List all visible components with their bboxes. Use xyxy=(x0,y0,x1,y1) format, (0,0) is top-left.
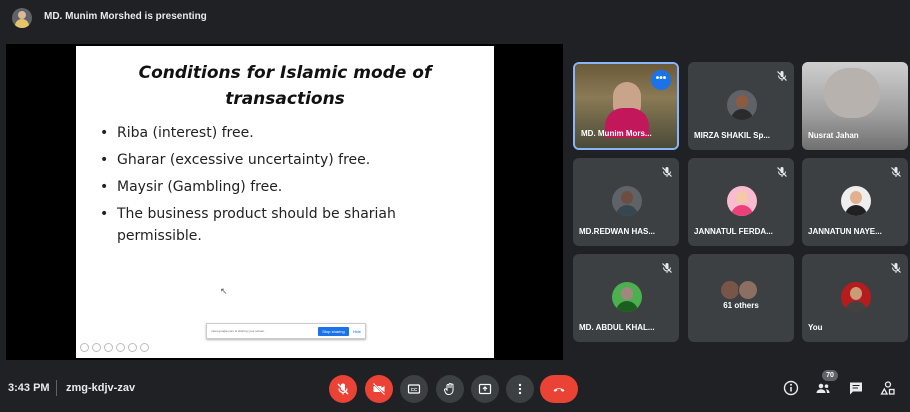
people-button[interactable] xyxy=(814,379,832,397)
mic-off-icon xyxy=(776,70,788,82)
end-call-icon xyxy=(552,382,566,396)
raise-hand-button[interactable] xyxy=(436,375,464,403)
divider xyxy=(56,380,57,396)
avatar xyxy=(727,186,757,216)
presenter-avatar xyxy=(12,8,32,28)
participant-name: JANNATUN NAYE... xyxy=(808,227,882,236)
mic-off-icon xyxy=(336,382,350,396)
slide-bullets: Riba (interest) free. Gharar (excessive … xyxy=(100,122,480,252)
others-tile[interactable]: 61 others xyxy=(688,254,794,342)
more-options-button[interactable]: ••• xyxy=(651,70,671,90)
participant-figure xyxy=(824,68,880,118)
captions-icon: CC xyxy=(407,382,421,396)
top-bar: MD. Munim Morshed is presenting xyxy=(0,0,910,34)
others-count: 61 others xyxy=(723,301,759,310)
more-vert-icon xyxy=(513,382,527,396)
mouse-cursor-icon: ↖ xyxy=(220,286,228,296)
slide-bullet: Maysir (Gambling) free. xyxy=(100,176,480,198)
participant-name: You xyxy=(808,323,823,332)
mic-off-icon xyxy=(661,262,673,274)
captions-button[interactable]: CC xyxy=(400,375,428,403)
participant-name: MD.REDWAN HAS... xyxy=(579,227,655,236)
avatar xyxy=(727,90,757,120)
others-avatar-group xyxy=(720,280,764,300)
avatar xyxy=(738,280,758,300)
camera-toggle-button[interactable] xyxy=(365,375,393,403)
avatar xyxy=(720,280,740,300)
chat-icon xyxy=(848,380,864,396)
avatar xyxy=(841,186,871,216)
participant-tile[interactable]: MD. ABDUL KHAL... xyxy=(573,254,679,342)
slide-title: Conditions for Islamic mode of transacti… xyxy=(138,63,432,109)
slide-tool-icon[interactable] xyxy=(128,343,137,352)
present-screen-icon xyxy=(478,382,492,396)
mic-off-icon xyxy=(776,166,788,178)
avatar xyxy=(841,282,871,312)
info-icon xyxy=(783,380,799,396)
activities-icon xyxy=(880,380,896,396)
screen-share-notice: meet.google.com is sharing your screen. … xyxy=(206,323,366,339)
share-notice-text: meet.google.com is sharing your screen. xyxy=(211,329,266,333)
slide-tool-icon[interactable] xyxy=(140,343,149,352)
avatar xyxy=(612,282,642,312)
participant-name: MD. Munim Mors... xyxy=(581,129,652,138)
slide-tool-icon[interactable] xyxy=(92,343,101,352)
more-options-button[interactable] xyxy=(506,375,534,403)
activities-button[interactable] xyxy=(879,379,897,397)
slide-bullet: Gharar (excessive uncertainty) free. xyxy=(100,149,480,171)
present-now-button[interactable] xyxy=(471,375,499,403)
participant-tile[interactable]: Nusrat Jahan xyxy=(802,62,908,150)
mic-off-icon xyxy=(661,166,673,178)
slide-bullet: Riba (interest) free. xyxy=(100,122,480,144)
slide-toolbar xyxy=(80,343,149,352)
leave-call-button[interactable] xyxy=(540,375,578,403)
shared-slide: Conditions for Islamic mode of transacti… xyxy=(76,46,494,358)
stop-sharing-button[interactable]: Stop sharing xyxy=(318,326,349,336)
participant-name: Nusrat Jahan xyxy=(808,131,859,140)
mic-off-icon xyxy=(890,166,902,178)
slide-tool-icon[interactable] xyxy=(104,343,113,352)
participant-name: MD. ABDUL KHAL... xyxy=(579,323,655,332)
people-count-badge: 70 xyxy=(822,370,838,381)
participant-tile[interactable]: MD.REDWAN HAS... xyxy=(573,158,679,246)
avatar xyxy=(612,186,642,216)
meeting-code: zmg-kdjv-zav xyxy=(66,382,136,394)
participant-tile[interactable]: JANNATUL FERDA... xyxy=(688,158,794,246)
slide-tool-icon[interactable] xyxy=(116,343,125,352)
participant-name: JANNATUL FERDA... xyxy=(694,227,773,236)
participant-name: MIRZA SHAKIL Sp... xyxy=(694,131,770,140)
participant-tile[interactable]: JANNATUN NAYE... xyxy=(802,158,908,246)
chat-button[interactable] xyxy=(847,379,865,397)
presenting-label: MD. Munim Morshed is presenting xyxy=(44,11,207,22)
self-tile[interactable]: You xyxy=(802,254,908,342)
hide-link[interactable]: Hide xyxy=(353,329,361,334)
participant-tile[interactable]: MIRZA SHAKIL Sp... xyxy=(688,62,794,150)
clock-time: 3:43 PM xyxy=(8,382,50,394)
raise-hand-icon xyxy=(443,382,457,396)
meeting-details-button[interactable] xyxy=(782,379,800,397)
people-icon xyxy=(815,380,831,396)
camera-off-icon xyxy=(372,382,386,396)
slide-tool-icon[interactable] xyxy=(80,343,89,352)
svg-text:CC: CC xyxy=(411,387,418,392)
presentation-stage: Conditions for Islamic mode of transacti… xyxy=(6,44,563,360)
mic-toggle-button[interactable] xyxy=(329,375,357,403)
mic-off-icon xyxy=(890,262,902,274)
slide-bullet: The business product should be shariah p… xyxy=(100,203,480,247)
participant-tile[interactable]: ••• MD. Munim Mors... xyxy=(573,62,679,150)
